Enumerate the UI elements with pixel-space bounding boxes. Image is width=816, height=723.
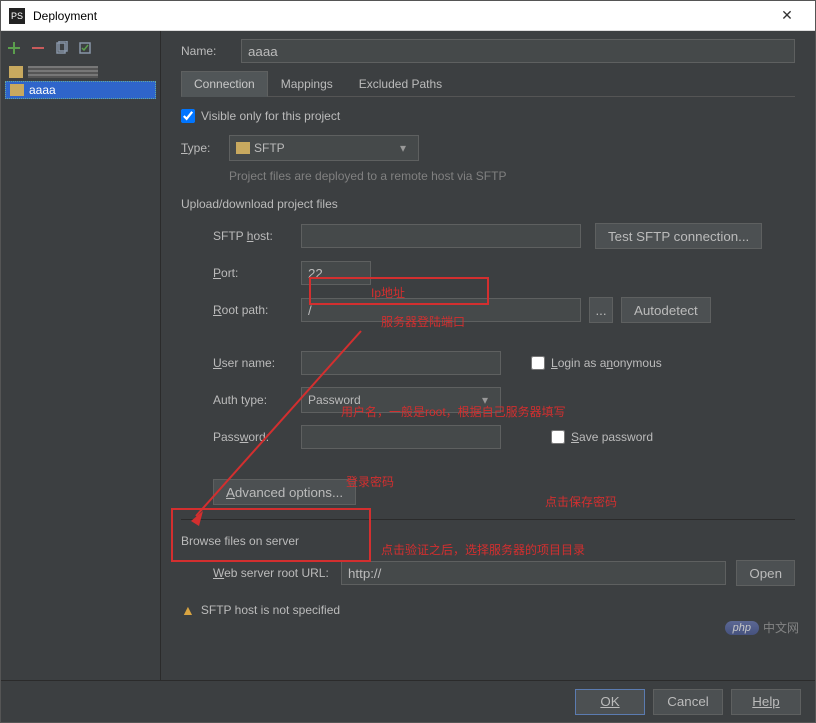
web-url-row: Web server root URL: Open <box>181 560 795 586</box>
copy-icon[interactable] <box>55 41 69 55</box>
window-title: Deployment <box>33 9 767 23</box>
name-row: Name: <box>181 39 795 63</box>
separator <box>181 519 795 520</box>
password-input[interactable] <box>301 425 501 449</box>
app-icon: PS <box>9 8 25 24</box>
chevron-down-icon: ▾ <box>394 141 412 155</box>
tree-item-label: aaaa <box>29 83 56 97</box>
root-path-input[interactable] <box>301 298 581 322</box>
section-browse: Browse files on server <box>181 534 795 548</box>
sftp-host-input[interactable] <box>301 224 581 248</box>
password-row: Password: Save password <box>181 425 795 449</box>
tree-item-selected[interactable]: aaaa <box>5 81 156 99</box>
server-icon <box>9 66 23 78</box>
main-area: aaaa Name: Connection Mappings Excluded … <box>1 31 815 680</box>
tabs: Connection Mappings Excluded Paths <box>181 71 795 97</box>
save-password-checkbox[interactable] <box>551 430 565 444</box>
port-row: Port: <box>181 261 795 285</box>
default-icon[interactable] <box>79 41 93 55</box>
root-path-row: Root path: ... Autodetect <box>181 297 795 323</box>
sidebar: aaaa <box>1 31 161 680</box>
port-label: Port: <box>181 266 301 280</box>
help-button[interactable]: Help <box>731 689 801 715</box>
web-url-label: Web server root URL: <box>181 566 341 580</box>
type-row: Type: SFTP ▾ <box>181 135 795 161</box>
username-row: User name: Login as anonymous <box>181 351 795 375</box>
visible-only-label: Visible only for this project <box>201 109 340 123</box>
web-url-input[interactable] <box>341 561 726 585</box>
sftp-host-label: SFTP host: <box>181 229 301 243</box>
auth-type-row: Auth type: Password ▾ <box>181 387 795 413</box>
password-label: Password: <box>181 430 301 444</box>
close-icon[interactable]: ✕ <box>767 7 807 24</box>
content-panel: Name: Connection Mappings Excluded Paths… <box>161 31 815 680</box>
username-label: User name: <box>181 356 301 370</box>
sftp-host-row: SFTP host: Test SFTP connection... <box>181 223 795 249</box>
anonymous-checkbox[interactable] <box>531 356 545 370</box>
anonymous-label: Login as anonymous <box>551 356 662 370</box>
visible-only-row: Visible only for this project <box>181 109 795 123</box>
type-select[interactable]: SFTP ▾ <box>229 135 419 161</box>
php-badge: php <box>725 621 759 635</box>
server-icon <box>10 84 24 96</box>
validation-text: SFTP host is not specified <box>201 603 340 617</box>
port-input[interactable] <box>301 261 371 285</box>
visible-only-checkbox[interactable] <box>181 109 195 123</box>
autodetect-button[interactable]: Autodetect <box>621 297 711 323</box>
watermark: php 中文网 <box>725 619 799 636</box>
type-hint: Project files are deployed to a remote h… <box>229 169 795 183</box>
deployment-window: PS Deployment ✕ aaaa <box>0 0 816 723</box>
cancel-button[interactable]: Cancel <box>653 689 723 715</box>
auth-type-select[interactable]: Password ▾ <box>301 387 501 413</box>
warning-icon: ▲ <box>181 602 195 618</box>
username-input[interactable] <box>301 351 501 375</box>
section-upload: Upload/download project files <box>181 197 795 211</box>
advanced-row: Advanced options... <box>181 479 795 505</box>
sftp-icon <box>236 142 250 154</box>
sidebar-toolbar <box>5 37 156 63</box>
test-connection-button[interactable]: Test SFTP connection... <box>595 223 762 249</box>
ok-button[interactable]: OK <box>575 689 645 715</box>
root-path-label: Root path: <box>181 303 301 317</box>
remove-icon[interactable] <box>31 41 45 55</box>
name-label: Name: <box>181 44 241 58</box>
save-password-label: Save password <box>571 430 653 444</box>
validation-row: ▲ SFTP host is not specified <box>181 602 795 618</box>
footer: OK Cancel Help <box>1 680 815 722</box>
tab-mappings[interactable]: Mappings <box>268 71 346 96</box>
tree-item[interactable] <box>5 63 156 81</box>
server-tree: aaaa <box>5 63 156 99</box>
type-label: Type: <box>181 141 229 155</box>
add-icon[interactable] <box>7 41 21 55</box>
tab-connection[interactable]: Connection <box>181 71 268 97</box>
titlebar: PS Deployment ✕ <box>1 1 815 31</box>
obscured-label <box>28 66 98 78</box>
chevron-down-icon: ▾ <box>476 393 494 407</box>
advanced-options-button[interactable]: Advanced options... <box>213 479 356 505</box>
browse-root-button[interactable]: ... <box>589 297 613 323</box>
tab-excluded[interactable]: Excluded Paths <box>346 71 455 96</box>
open-button[interactable]: Open <box>736 560 795 586</box>
auth-type-label: Auth type: <box>181 393 301 407</box>
name-input[interactable] <box>241 39 795 63</box>
